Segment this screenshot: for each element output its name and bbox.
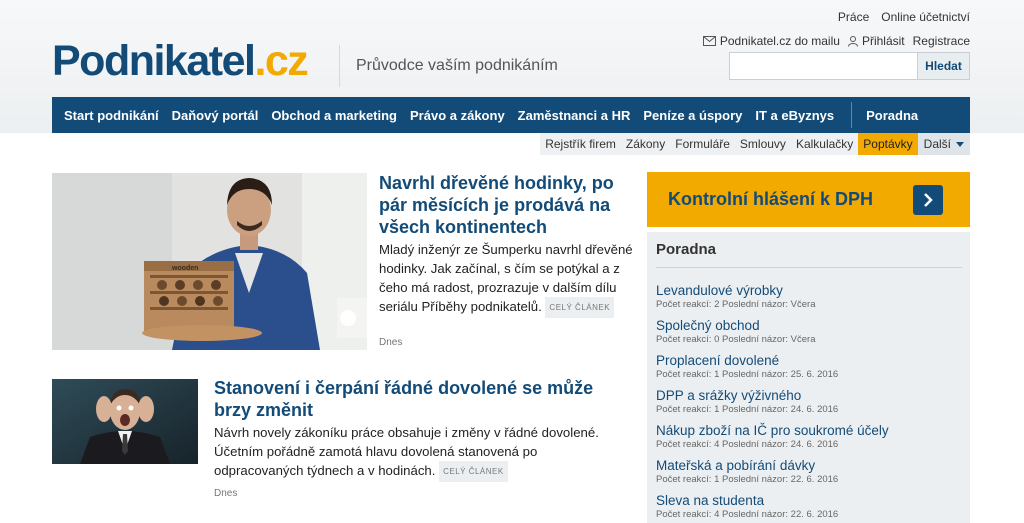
triangle-down-icon bbox=[956, 141, 964, 147]
nav-penize-uspory[interactable]: Peníze a úspory bbox=[643, 108, 742, 123]
logo-main: Podnikatel bbox=[52, 37, 256, 85]
nav-obchod-marketing[interactable]: Obchod a marketing bbox=[271, 108, 397, 123]
main-nav: Start podnikání Daňový portál Obchod a m… bbox=[52, 97, 970, 133]
question-meta: Počet reakcí: 4 Poslední názor: 24. 6. 2… bbox=[656, 439, 839, 450]
question-title[interactable]: Mateřská a pobírání dávky bbox=[656, 458, 956, 474]
nav-zamestnanci-hr[interactable]: Zaměstnanci a HR bbox=[518, 108, 631, 123]
question-meta: Počet reakcí: 1 Poslední názor: 22. 6. 2… bbox=[656, 474, 839, 485]
question-title[interactable]: Proplacení dovolené bbox=[656, 353, 956, 369]
article-perex: Mladý inženýr ze Šumperku navrhl dřevěné… bbox=[379, 240, 634, 319]
article-title[interactable]: Stanovení i čerpání řádné dovolené se mů… bbox=[214, 377, 614, 421]
site-slogan: Průvodce vaším podnikáním bbox=[356, 57, 558, 74]
subnav-formulare[interactable]: Formuláře bbox=[670, 133, 735, 155]
link-online-ucetnictvi[interactable]: Online účetnictví bbox=[881, 10, 970, 24]
article-image-watches[interactable]: wooden bbox=[52, 173, 367, 350]
banner-text: Kontrolní hlášení k DPH bbox=[668, 189, 874, 209]
question-item: Společný obchod Počet reakcí: 0 Poslední… bbox=[656, 318, 956, 346]
article-date: Dnes bbox=[379, 337, 403, 348]
dph-banner[interactable]: Kontrolní hlášení k DPH bbox=[647, 172, 970, 227]
page-container: Podnikatel.cz Průvodce vaším podnikáním … bbox=[52, 0, 970, 523]
product-sign: wooden bbox=[171, 265, 198, 272]
article-date: Dnes bbox=[214, 488, 238, 499]
mail-link-label: Podnikatel.cz do mailu bbox=[719, 34, 840, 48]
search-box: Hledat bbox=[729, 52, 970, 80]
question-meta: Počet reakcí: 4 Poslední názor: 22. 6. 2… bbox=[656, 509, 839, 520]
article-perex: Návrh novely zákoníku práce obsahuje i z… bbox=[214, 423, 626, 483]
login-link[interactable]: Přihlásit bbox=[847, 34, 905, 48]
nav-poradna[interactable]: Poradna bbox=[866, 108, 918, 123]
mail-icon bbox=[702, 36, 716, 46]
question-title[interactable]: DPP a srážky výživného bbox=[656, 388, 956, 404]
subnav-poptavky[interactable]: Poptávky bbox=[858, 133, 918, 155]
article-title[interactable]: Navrhl dřevěné hodinky, po pár měsících … bbox=[379, 172, 639, 238]
question-title[interactable]: Levandulové výrobky bbox=[656, 283, 956, 299]
top-links: Práce Online účetnictví bbox=[838, 10, 970, 24]
subnav-more-label: Další bbox=[923, 137, 951, 151]
article-perex-text: Návrh novely zákoníku práce obsahuje i z… bbox=[214, 425, 599, 478]
question-item: Mateřská a pobírání dávky Počet reakcí: … bbox=[656, 458, 956, 486]
nav-divider bbox=[851, 102, 853, 128]
site-logo[interactable]: Podnikatel.cz bbox=[52, 37, 309, 85]
question-item: Nákup zboží na IČ pro soukromé účely Poč… bbox=[656, 423, 956, 451]
logo-tld: .cz bbox=[254, 37, 308, 85]
question-title[interactable]: Sleva na studenta bbox=[656, 493, 956, 509]
question-title[interactable]: Společný obchod bbox=[656, 318, 956, 334]
watchmaker-photo: wooden bbox=[52, 173, 367, 350]
subnav-smlouvy[interactable]: Smlouvy bbox=[735, 133, 791, 155]
login-label: Přihlásit bbox=[861, 34, 905, 48]
nav-danovy-portal[interactable]: Daňový portál bbox=[172, 108, 259, 123]
question-meta: Počet reakcí: 0 Poslední názor: Včera bbox=[656, 334, 816, 345]
poradna-box: Poradna Levandulové výrobky Počet reakcí… bbox=[647, 232, 970, 523]
question-meta: Počet reakcí: 1 Poslední názor: 25. 6. 2… bbox=[656, 369, 839, 380]
question-item: Levandulové výrobky Počet reakcí: 2 Posl… bbox=[656, 283, 956, 311]
search-button[interactable]: Hledat bbox=[918, 52, 970, 80]
user-links: Podnikatel.cz do mailu Přihlásit Registr… bbox=[702, 34, 970, 48]
question-item: Proplacení dovolené Počet reakcí: 1 Posl… bbox=[656, 353, 956, 381]
poradna-title: Poradna bbox=[656, 241, 717, 258]
mail-link[interactable]: Podnikatel.cz do mailu bbox=[702, 34, 840, 48]
question-title[interactable]: Nákup zboží na IČ pro soukromé účely bbox=[656, 423, 956, 439]
nav-start-podnikani[interactable]: Start podnikání bbox=[64, 108, 159, 123]
subnav-more[interactable]: Další bbox=[917, 133, 970, 155]
question-meta: Počet reakcí: 1 Poslední názor: 24. 6. 2… bbox=[656, 404, 839, 415]
read-more-badge[interactable]: CELÝ ČLÁNEK bbox=[545, 297, 615, 319]
nav-it-ebyznys[interactable]: IT a eByznys bbox=[755, 108, 834, 123]
question-item: DPP a srážky výživného Počet reakcí: 1 P… bbox=[656, 388, 956, 416]
article-image-stressed-man[interactable] bbox=[52, 379, 198, 464]
subnav-rejstrik-firem[interactable]: Rejstřík firem bbox=[540, 133, 621, 155]
chevron-right-icon bbox=[924, 193, 933, 207]
read-more-badge[interactable]: CELÝ ČLÁNEK bbox=[439, 461, 508, 483]
register-link[interactable]: Registrace bbox=[913, 34, 970, 48]
question-meta: Počet reakcí: 2 Poslední názor: Včera bbox=[656, 299, 816, 310]
link-prace[interactable]: Práce bbox=[838, 10, 869, 24]
search-input[interactable] bbox=[729, 52, 918, 80]
subnav-zakony[interactable]: Zákony bbox=[621, 133, 670, 155]
user-icon bbox=[847, 35, 858, 47]
banner-arrow-button[interactable] bbox=[913, 185, 943, 215]
poradna-divider bbox=[656, 267, 962, 268]
subnav-kalkulacky[interactable]: Kalkulačky bbox=[791, 133, 858, 155]
question-item: Sleva na studenta Počet reakcí: 4 Posled… bbox=[656, 493, 956, 521]
stressed-man-photo bbox=[52, 379, 198, 464]
logo-divider bbox=[339, 45, 340, 87]
sub-nav: Rejstřík firem Zákony Formuláře Smlouvy … bbox=[540, 133, 970, 155]
nav-pravo-zakony[interactable]: Právo a zákony bbox=[410, 108, 505, 123]
